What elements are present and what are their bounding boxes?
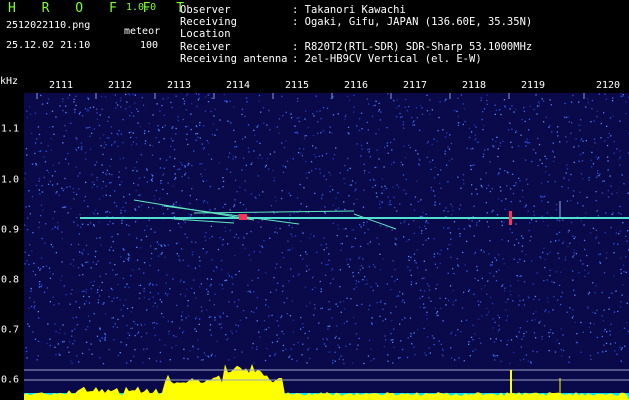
x-tick-label: 2117 <box>402 80 428 91</box>
x-tick-label: 2114 <box>225 80 251 91</box>
y-tick-label: 1.0 <box>1 174 20 186</box>
header-panel: H R O F F T 1.0.0 2512022110.png meteor … <box>0 0 629 76</box>
y-tick-label: 0.9 <box>1 224 20 236</box>
spectrogram <box>24 93 629 400</box>
file-name: 2512022110.png <box>6 20 91 31</box>
meteor-echo-peak <box>509 211 512 225</box>
x-tick-label: 2120 <box>595 80 621 91</box>
x-tick-label: 2115 <box>284 80 310 91</box>
y-tick-label: 0.7 <box>1 324 20 336</box>
x-axis: 2111 2112 2113 2114 2115 2116 2117 2118 … <box>24 80 629 92</box>
x-tick-label: 2111 <box>48 80 74 91</box>
spectrogram-panel <box>24 93 629 400</box>
app-version: 1.0.0 <box>126 2 157 13</box>
info-row-observer: Observer: Takanori Kawachi <box>180 4 406 16</box>
x-tick-label: 2113 <box>166 80 192 91</box>
station-info: Observer: Takanori Kawachi Receiving Loc… <box>180 4 532 65</box>
app-logo: H R O F F T <box>8 1 194 16</box>
y-tick-label: 0.8 <box>1 274 20 286</box>
x-tick-label: 2119 <box>520 80 546 91</box>
x-tick-label: 2112 <box>107 80 133 91</box>
info-row-antenna: Receiving antenna: 2el-HB9CV Vertical (e… <box>180 52 482 65</box>
meteor-count: 100 <box>140 40 159 51</box>
x-tick-label: 2116 <box>343 80 369 91</box>
date-time: 25.12.02 21:10 <box>6 40 91 51</box>
y-axis-unit: kHz <box>0 76 19 87</box>
meteor-echo-peak <box>239 214 247 220</box>
x-tick-label: 2118 <box>461 80 487 91</box>
info-row-location: Receiving Location: Ogaki, Gifu, JAPAN (… <box>180 16 533 41</box>
mode-label: meteor <box>124 26 161 37</box>
info-row-receiver: Receiver: R820T2(RTL-SDR) SDR-Sharp 53.1… <box>180 40 533 53</box>
y-tick-label: 0.6 <box>1 374 20 386</box>
y-tick-label: 1.1 <box>1 123 20 135</box>
